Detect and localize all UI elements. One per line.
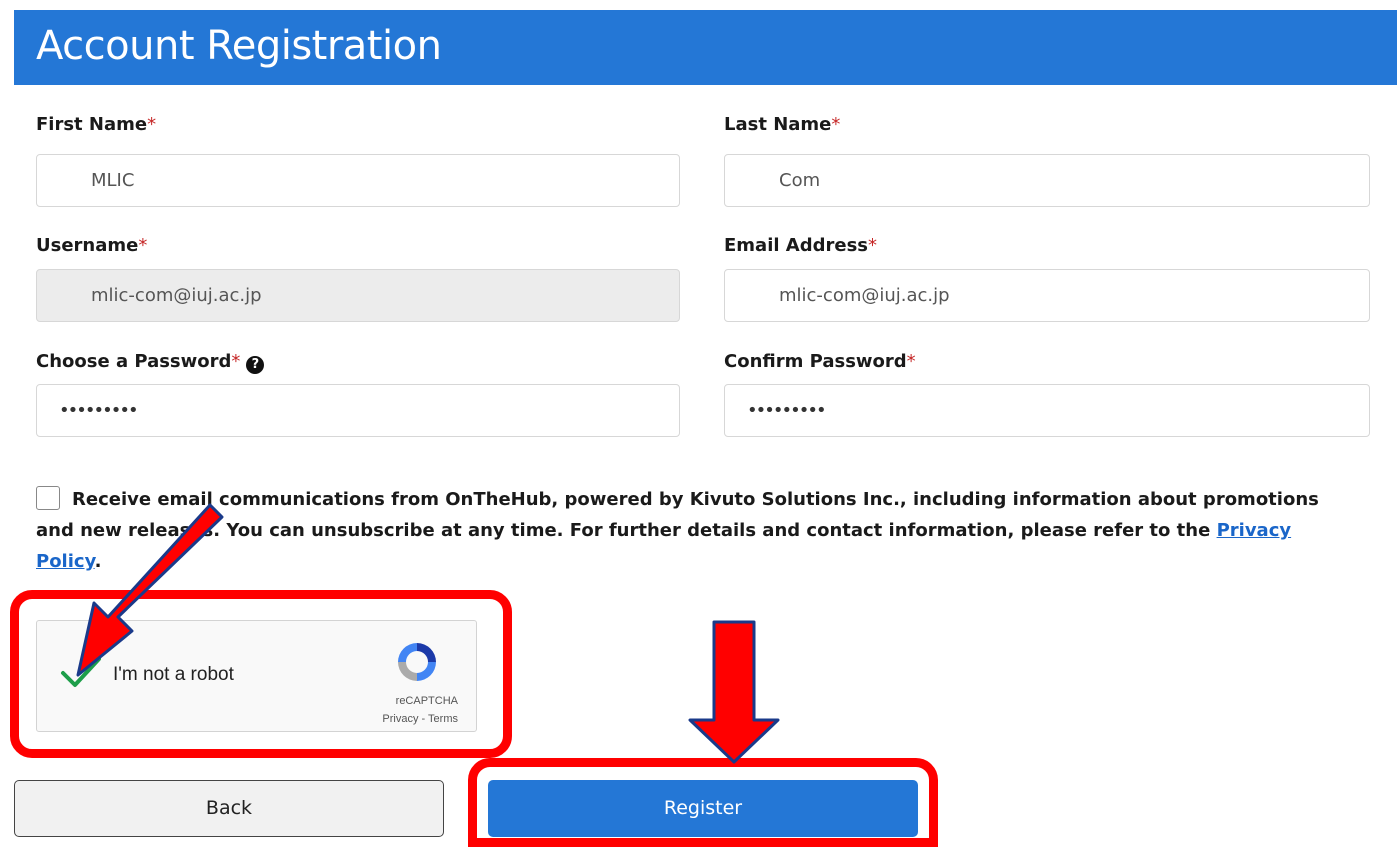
last-name-label-text: Last Name [724,114,832,135]
email-label-text: Email Address [724,235,869,256]
required-marker: * [147,114,157,135]
confirm-password-label-text: Confirm Password [724,351,907,372]
first-name-label: First Name* [36,114,156,135]
last-name-field[interactable]: Com [724,154,1370,207]
password-label: Choose a Password*? [36,351,265,374]
username-field: mlic-com@iuj.ac.jp [36,269,680,322]
required-marker: * [831,114,841,135]
email-label: Email Address* [724,235,877,256]
down-arrow-icon [688,620,780,764]
username-label: Username* [36,235,147,256]
confirm-password-field[interactable]: ••••••••• [724,384,1370,437]
username-label-text: Username [36,235,139,256]
required-marker: * [906,351,916,372]
first-name-field[interactable]: MLIC [36,154,680,207]
register-highlight-box [468,758,938,847]
required-marker: * [231,351,241,372]
last-name-label: Last Name* [724,114,840,135]
password-field[interactable]: ••••••••• [36,384,680,437]
help-icon[interactable]: ? [246,356,265,374]
required-marker: * [138,235,148,256]
email-field[interactable]: mlic-com@iuj.ac.jp [724,269,1370,322]
back-button[interactable]: Back [14,780,444,837]
password-label-text: Choose a Password [36,351,232,372]
page-header: Account Registration [14,10,1397,85]
page-title: Account Registration [36,23,442,69]
confirm-password-label: Confirm Password* [724,351,916,372]
first-name-label-text: First Name [36,114,148,135]
diagonal-arrow-icon [76,503,224,677]
email-consent-checkbox[interactable] [36,486,60,510]
required-marker: * [868,235,878,256]
